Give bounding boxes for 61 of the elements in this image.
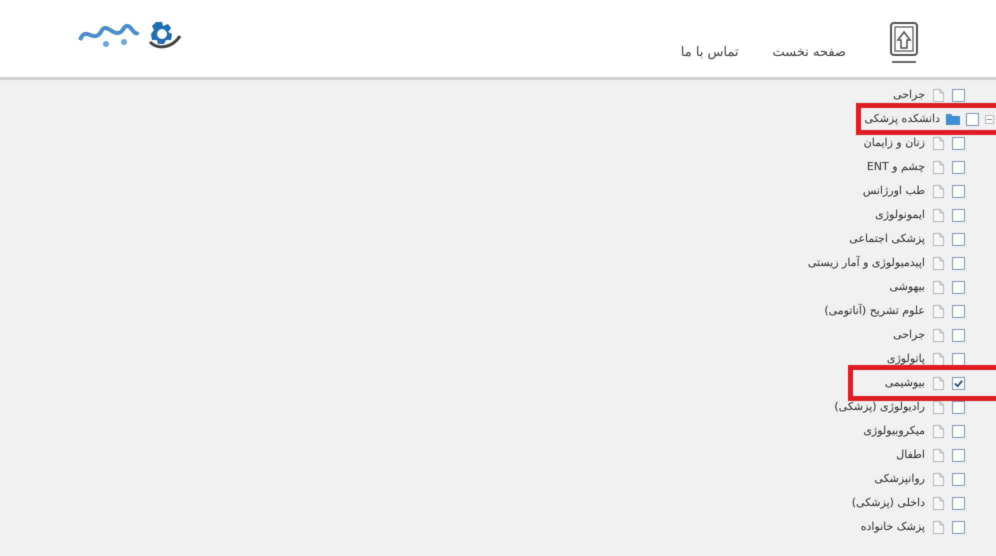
document-icon: [933, 472, 944, 486]
check-icon: [954, 378, 963, 388]
checkbox[interactable]: [952, 280, 965, 294]
checkbox[interactable]: [952, 208, 965, 222]
checkbox[interactable]: [952, 448, 965, 462]
document-icon: [933, 328, 944, 342]
document-icon: [933, 304, 944, 318]
checkbox[interactable]: [952, 520, 965, 534]
tree-item-label[interactable]: چشم و ENT: [866, 158, 925, 176]
nav-link[interactable]: تماس با ما: [680, 42, 739, 62]
tree-item-label[interactable]: اطفال: [896, 446, 925, 464]
tree-item-label[interactable]: بیهوشی: [889, 278, 925, 296]
tree-item-label[interactable]: پزشکی اجتماعی: [849, 230, 925, 248]
document-icon: [933, 352, 944, 366]
checkbox[interactable]: [966, 112, 979, 126]
document-icon: [933, 496, 944, 510]
tree-item-label[interactable]: جراحی: [893, 86, 925, 104]
tree-item-label[interactable]: زنان و زایمان: [864, 134, 925, 152]
tree-item-label[interactable]: پزشک خانواده: [860, 518, 925, 536]
document-icon: [933, 448, 944, 462]
checkbox[interactable]: [952, 160, 965, 174]
checkbox[interactable]: [952, 400, 965, 414]
checkbox[interactable]: [952, 136, 965, 150]
tree-item-label[interactable]: میکروبیولوژی: [863, 422, 925, 440]
checkbox[interactable]: [952, 88, 965, 102]
tree-item-label[interactable]: داخلی (پزشکی): [852, 494, 925, 512]
tree-item-label[interactable]: دانشکده پزشکی: [864, 110, 940, 128]
document-icon: [933, 376, 944, 390]
collapse-toggle[interactable]: [985, 114, 994, 124]
checkbox[interactable]: [952, 376, 965, 390]
nav-link[interactable]: صفحه نخست: [772, 42, 846, 62]
tree-item-label[interactable]: اپیدمیولوژی و آمار زیستی: [808, 254, 925, 272]
checkbox[interactable]: [952, 496, 965, 510]
folder-icon: [946, 113, 960, 125]
document-icon: [933, 232, 944, 246]
document-icon: [933, 208, 944, 222]
document-icon: [933, 256, 944, 270]
checkbox[interactable]: [952, 184, 965, 198]
tree-item-label[interactable]: ایمونولوژی: [875, 206, 925, 224]
document-icon: [933, 88, 944, 102]
checkbox[interactable]: [952, 232, 965, 246]
tree-item-label[interactable]: رادیولوژی (پزشکی): [834, 398, 925, 416]
checkbox[interactable]: [952, 352, 965, 366]
document-icon: [933, 520, 944, 534]
document-icon: [933, 136, 944, 150]
document-icon: [933, 400, 944, 414]
document-icon: [933, 160, 944, 174]
tree-item-label[interactable]: طب اورژانس: [862, 182, 925, 200]
checkbox[interactable]: [952, 304, 965, 318]
document-icon: [933, 184, 944, 198]
tree-item-label[interactable]: روانپزشکی: [874, 470, 925, 488]
tree-item-label[interactable]: علوم تشریح (آناتومی): [824, 302, 925, 320]
checkbox[interactable]: [952, 472, 965, 486]
checkbox[interactable]: [952, 424, 965, 438]
document-icon: [933, 280, 944, 294]
tree-item-label[interactable]: بیوشیمی: [884, 374, 925, 392]
document-icon: [933, 424, 944, 438]
checkbox[interactable]: [952, 328, 965, 342]
tree-item-label[interactable]: جراحی: [893, 326, 925, 344]
checkbox[interactable]: [952, 256, 965, 270]
tree-item-label[interactable]: پاتولوژی: [886, 350, 925, 368]
